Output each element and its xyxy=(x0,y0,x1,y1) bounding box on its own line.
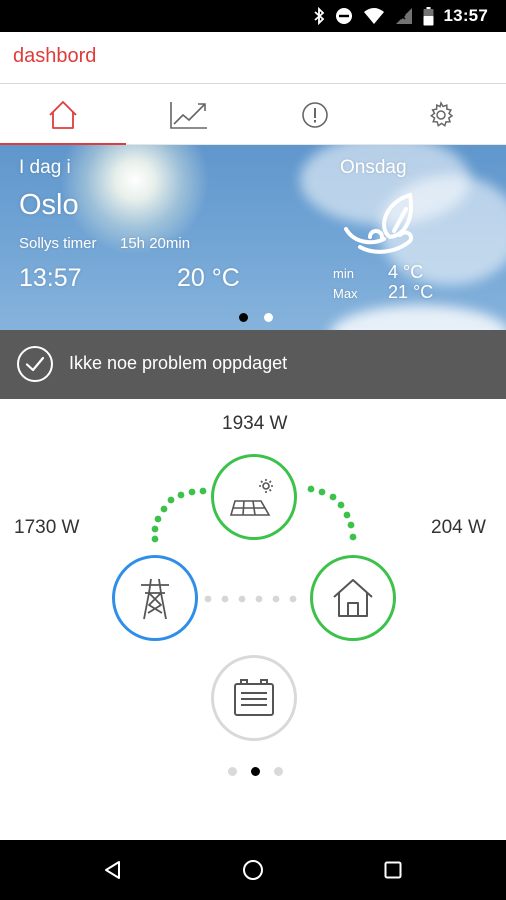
wifi-icon xyxy=(363,8,384,24)
min-temp: 4 °C xyxy=(388,262,424,282)
home-button[interactable] xyxy=(213,840,293,900)
status-bar: 13:57 xyxy=(0,0,506,32)
energy-flow-panel: 1934 W 1730 W 204 W xyxy=(0,399,506,840)
min-label: min xyxy=(333,266,354,281)
solar-to-house-dots xyxy=(307,485,357,541)
chart-line-icon xyxy=(170,102,207,129)
recents-button[interactable] xyxy=(353,840,433,900)
weather-temperature: 20 °C xyxy=(177,264,240,292)
grid-power-value: 1730 W xyxy=(14,517,80,538)
flow-page-indicator[interactable] xyxy=(228,767,283,776)
tab-settings[interactable] xyxy=(378,85,504,145)
tab-home[interactable] xyxy=(0,85,126,146)
sun-hours-label: Sollys timer xyxy=(19,235,97,252)
home-icon xyxy=(49,101,77,129)
status-alert-bar: Ikke noe problem oppdaget xyxy=(0,330,506,399)
page-dot[interactable] xyxy=(274,767,283,776)
tab-statistics[interactable] xyxy=(126,85,252,145)
back-button[interactable] xyxy=(73,840,153,900)
weather-time: 13:57 xyxy=(19,264,82,292)
grid-node[interactable] xyxy=(112,555,198,641)
partly-cloudy-wind-icon xyxy=(344,192,413,254)
page-dot[interactable] xyxy=(228,767,237,776)
cloud-decoration xyxy=(330,305,506,330)
power-pylon-icon xyxy=(141,578,169,620)
alert-text: Ikke noe problem oppdaget xyxy=(69,353,288,373)
house-node[interactable] xyxy=(310,555,396,641)
weather-day: Onsdag xyxy=(340,157,407,178)
max-temp: 21 °C xyxy=(388,282,434,302)
weather-card[interactable]: I dag i Oslo Sollys timer 15h 20min 13:5… xyxy=(0,145,506,330)
page-dot-active[interactable] xyxy=(251,767,260,776)
alert-circle-icon xyxy=(302,102,328,128)
battery-node[interactable] xyxy=(211,655,297,741)
system-nav-bar xyxy=(0,840,506,900)
page-dot[interactable] xyxy=(264,313,273,322)
house-icon xyxy=(333,579,373,617)
status-icons: 13:57 xyxy=(313,0,488,32)
weather-today-label: I dag i xyxy=(19,157,71,178)
battery-icon xyxy=(234,679,274,716)
back-icon xyxy=(105,861,120,879)
page-dot-active[interactable] xyxy=(239,313,248,322)
solar-to-grid-dots xyxy=(151,487,207,543)
bluetooth-icon xyxy=(313,7,324,25)
solar-power-value: 1934 W xyxy=(222,413,288,434)
house-power-value: 204 W xyxy=(431,517,486,538)
sun-hours-value: 15h 20min xyxy=(120,235,191,252)
solar-panel-icon xyxy=(229,479,273,516)
app-title: dashbord xyxy=(13,45,97,67)
tab-alerts[interactable] xyxy=(252,85,378,145)
battery-status-icon xyxy=(423,6,434,25)
gear-icon xyxy=(430,101,454,127)
grid-to-house-dots xyxy=(204,595,297,603)
weather-page-indicator[interactable] xyxy=(239,313,273,322)
weather-city: Oslo xyxy=(19,189,79,221)
tab-bar xyxy=(0,85,506,146)
recents-icon xyxy=(384,861,402,879)
status-time: 13:57 xyxy=(443,6,488,25)
app-header: dashbord xyxy=(0,32,506,84)
do-not-disturb-icon xyxy=(335,8,352,24)
home-circle-icon xyxy=(243,860,263,880)
signal-icon xyxy=(395,8,412,24)
check-circle-icon xyxy=(17,346,53,382)
solar-node[interactable] xyxy=(211,454,297,540)
max-label: Max xyxy=(333,286,358,301)
